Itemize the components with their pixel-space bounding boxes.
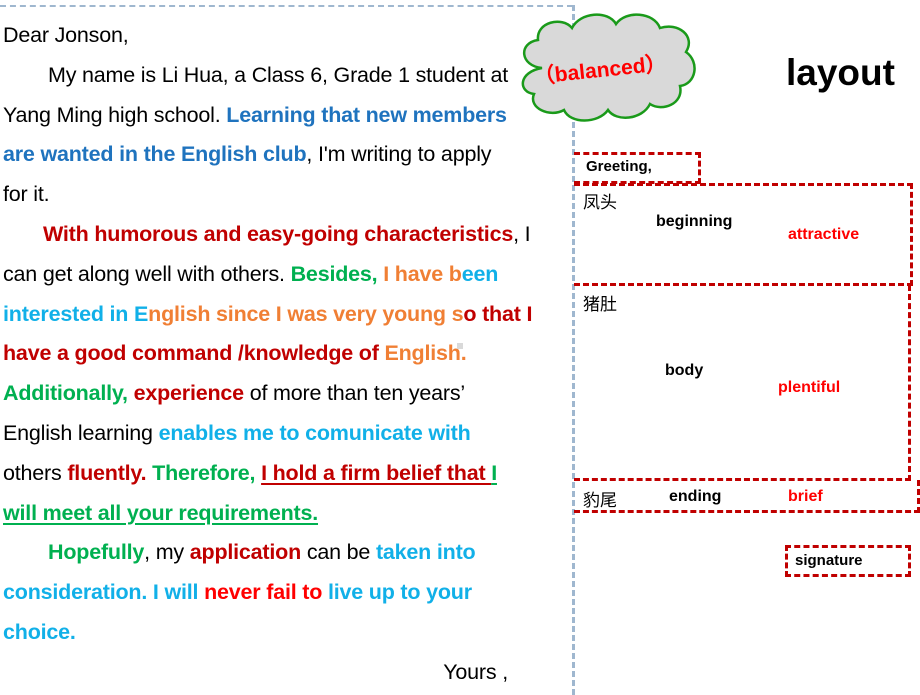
besides-text: Besides,	[290, 261, 384, 286]
letter-line: interested in English since I was very y…	[3, 295, 563, 335]
beginning-label: beginning	[656, 213, 733, 230]
letter-body: Dear Jonson, My name is Li Hua, a Class …	[3, 16, 563, 693]
letter-line: With humorous and easy-going characteris…	[3, 215, 563, 255]
requirements-text: will meet all your requirements.	[3, 500, 319, 525]
english-text: English.	[384, 341, 467, 366]
never-fail-text: never fail to	[204, 580, 323, 605]
body-box	[574, 285, 911, 481]
get-along-text: can get along well with others.	[3, 261, 291, 286]
can-be-text: can be	[301, 540, 376, 565]
body-label: body	[665, 362, 704, 379]
letter-line: My name is Li Hua, a Class 6, Grade 1 st…	[3, 56, 563, 96]
consideration-text: consideration. I will	[3, 580, 205, 605]
beginning-cn-label: 凤头	[583, 193, 617, 213]
experience-text: experience	[133, 381, 245, 406]
salutation-text: Dear Jonson,	[3, 23, 129, 47]
characteristics-tail: , I	[513, 221, 531, 246]
body-quality: plentiful	[778, 379, 841, 396]
letter-frame-top-border	[0, 5, 573, 7]
body-cn-label: 猪肚	[583, 295, 617, 315]
years-text: of more than ten years’	[243, 381, 466, 406]
purpose-text: Learning that new members	[226, 102, 507, 127]
selection-handle	[457, 343, 463, 349]
letter-line: consideration. I will never fail to live…	[3, 573, 563, 613]
beginning-quality: attractive	[788, 226, 860, 243]
apply-end-text: for it.	[3, 182, 50, 207]
school-text: Yang Ming high school.	[3, 102, 227, 127]
so-that-text: o that I	[463, 301, 533, 326]
belief-text: I hold a firm belief that	[261, 460, 492, 485]
characteristics-text: With humorous and easy-going characteris…	[43, 221, 514, 246]
letter-line: for it.	[3, 175, 563, 215]
letter-line: choice.	[3, 613, 563, 653]
purpose-text: are wanted in the English club	[3, 142, 307, 167]
letter-line: Additionally, experience of more than te…	[3, 374, 563, 414]
ending-box	[574, 480, 920, 513]
letter-line: Hopefully, my application can be taken i…	[3, 533, 563, 573]
signature-label: signature	[795, 552, 863, 569]
letter-line: English learning enables me to comunicat…	[3, 414, 563, 454]
intro-text: My name is Li Hua, a Class 6, Grade 1 st…	[48, 62, 509, 87]
letter-line: will meet all your requirements.	[3, 494, 563, 534]
letter-line: are wanted in the English club, I'm writ…	[3, 135, 563, 175]
apply-text: , I'm writing to apply	[306, 142, 492, 167]
letter-line: have a good command /knowledge of Englis…	[3, 334, 563, 374]
greeting-label: Greeting,	[586, 158, 652, 175]
closing-text: Yours ,	[443, 659, 508, 684]
my-text: , my	[144, 540, 190, 565]
letter-line: Yang Ming high school. Learning that new…	[3, 96, 563, 136]
belief-i-text: I	[491, 460, 497, 485]
closing: Yours ,	[3, 653, 563, 693]
live-up-text: live up to your	[322, 580, 472, 605]
ending-label: ending	[669, 488, 722, 505]
command-text: have a good command /knowledge of	[3, 341, 385, 366]
ending-quality: brief	[788, 488, 823, 505]
layout-title: layout	[786, 52, 895, 93]
application-text: application	[189, 540, 302, 565]
taken-into-text: taken into	[375, 540, 476, 565]
ending-cn-label: 豹尾	[583, 491, 617, 511]
others-text: others	[3, 460, 68, 485]
letter-line: others fluently. Therefore, I hold a fir…	[3, 454, 563, 494]
enables-text: enables me to comunicate with	[158, 420, 471, 445]
salutation: Dear Jonson,	[3, 16, 563, 56]
since-young-text: nglish since I was very young s	[148, 301, 464, 326]
therefore-text: Therefore,	[152, 460, 262, 485]
interested-text: interested in E	[3, 301, 149, 326]
hopefully-text: Hopefully	[48, 540, 145, 565]
letter-line: can get along well with others. Besides,…	[3, 255, 563, 295]
choice-text: choice.	[3, 619, 76, 644]
additionally-text: Additionally,	[3, 381, 134, 406]
been-text: een	[461, 261, 499, 286]
have-been-text: I have b	[383, 261, 462, 286]
beginning-box	[574, 183, 913, 286]
fluently-text: fluently.	[67, 460, 153, 485]
learning-text: English learning	[3, 420, 159, 445]
